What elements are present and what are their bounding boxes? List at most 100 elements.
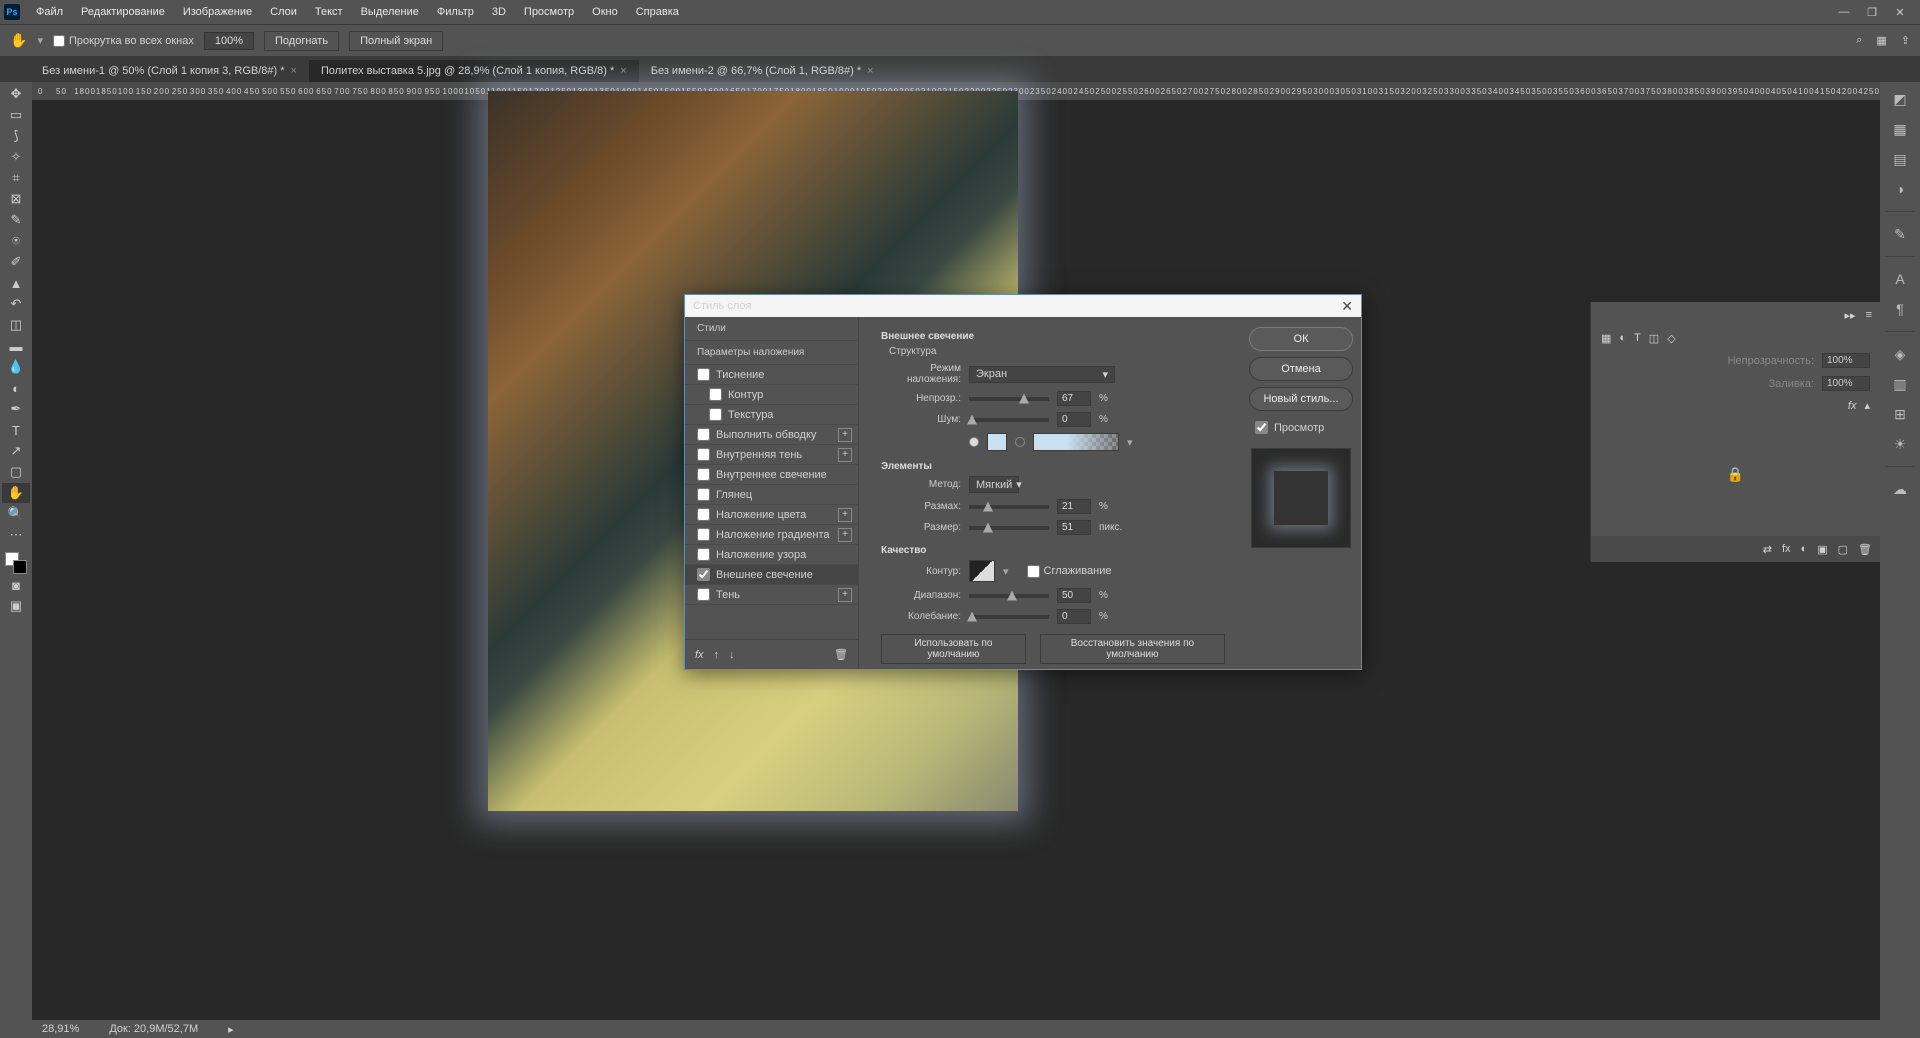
shape-tool-icon[interactable]: ▢: [2, 462, 30, 482]
close-icon[interactable]: ×: [867, 65, 873, 77]
status-zoom[interactable]: 28,91%: [42, 1023, 79, 1035]
blur-tool-icon[interactable]: 💧: [2, 357, 30, 377]
glow-color-swatch[interactable]: [987, 433, 1007, 451]
move-tool-icon[interactable]: ✥: [2, 84, 30, 104]
jitter-input[interactable]: 0: [1057, 609, 1091, 624]
noise-slider[interactable]: [969, 418, 1049, 422]
adjustments-panel-icon[interactable]: ◑: [1887, 178, 1913, 200]
color-swatch[interactable]: [5, 552, 27, 574]
move-down-icon[interactable]: ↓: [729, 649, 735, 661]
doc-tab-2[interactable]: Политех выставка 5.jpg @ 28,9% (Слой 1 к…: [309, 60, 639, 82]
screenmode-icon[interactable]: ▣: [2, 596, 30, 616]
move-up-icon[interactable]: ↑: [714, 649, 720, 661]
window-minimize-icon[interactable]: —: [1834, 6, 1854, 19]
ok-button[interactable]: ОК: [1249, 327, 1353, 351]
paths-panel-icon[interactable]: ⊞: [1887, 403, 1913, 425]
spread-input[interactable]: 21: [1057, 499, 1091, 514]
fit-button[interactable]: Подогнать: [264, 31, 339, 51]
contour-picker[interactable]: [969, 560, 995, 582]
brush-tool-icon[interactable]: ✐: [2, 252, 30, 272]
quickmask-icon[interactable]: ◙: [2, 575, 30, 595]
filter-layer-icon[interactable]: ◐: [1619, 332, 1626, 345]
eyedropper-tool-icon[interactable]: ✎: [2, 210, 30, 230]
delete-layer-icon[interactable]: 🗑: [1858, 543, 1872, 556]
layer-mask-icon[interactable]: ◐: [1801, 543, 1808, 555]
layer-style-icon[interactable]: fx: [1782, 543, 1791, 555]
delete-icon[interactable]: 🗑: [834, 648, 848, 661]
doc-tab-1[interactable]: Без имени-1 @ 50% (Слой 1 копия 3, RGB/8…: [30, 60, 309, 82]
eraser-tool-icon[interactable]: ◫: [2, 315, 30, 335]
dialog-titlebar[interactable]: Стиль слоя ✕: [685, 295, 1361, 317]
history-panel-icon[interactable]: ◩: [1887, 88, 1913, 110]
range-input[interactable]: 50: [1057, 588, 1091, 603]
spread-slider[interactable]: [969, 505, 1049, 509]
style-row-6[interactable]: Глянец: [685, 485, 858, 505]
method-select[interactable]: Мягкий▾: [969, 476, 1019, 493]
style-row-5[interactable]: Внутреннее свечение: [685, 465, 858, 485]
menu-image[interactable]: Изображение: [175, 3, 260, 21]
glow-gradient[interactable]: [1033, 433, 1119, 451]
window-restore-icon[interactable]: ❐: [1862, 6, 1882, 19]
style-row-7[interactable]: Наложение цвета+: [685, 505, 858, 525]
close-icon[interactable]: ×: [291, 65, 297, 77]
preview-checkbox[interactable]: Просмотр: [1249, 417, 1353, 438]
healing-tool-icon[interactable]: ⍟: [2, 231, 30, 251]
fx-badge[interactable]: fx: [1848, 400, 1857, 412]
doc-tab-3[interactable]: Без имени-2 @ 66,7% (Слой 1, RGB/8#) *×: [639, 60, 886, 82]
menu-select[interactable]: Выделение: [353, 3, 427, 21]
panel-collapse-icon[interactable]: ▸▸: [1845, 309, 1856, 322]
frame-tool-icon[interactable]: ⊠: [2, 189, 30, 209]
filter-layer-icon[interactable]: T: [1634, 332, 1641, 345]
menu-3d[interactable]: 3D: [484, 3, 514, 21]
close-icon[interactable]: ×: [620, 65, 626, 77]
gradient-tool-icon[interactable]: ▬: [2, 336, 30, 356]
opacity-slider[interactable]: [969, 397, 1049, 401]
scroll-all-windows-checkbox[interactable]: Прокрутка во всех окнах: [53, 35, 194, 47]
menu-file[interactable]: Файл: [28, 3, 71, 21]
blend-mode-select[interactable]: Экран▾: [969, 366, 1115, 383]
range-slider[interactable]: [969, 594, 1049, 598]
antialias-checkbox[interactable]: Сглаживание: [1027, 565, 1112, 578]
history-brush-tool-icon[interactable]: ↶: [2, 294, 30, 314]
use-default-button[interactable]: Использовать по умолчанию: [881, 634, 1026, 664]
link-layers-icon[interactable]: ⇄: [1763, 543, 1772, 556]
style-row-9[interactable]: Наложение узора: [685, 545, 858, 565]
magic-wand-tool-icon[interactable]: ✧: [2, 147, 30, 167]
menu-view[interactable]: Просмотр: [516, 3, 582, 21]
add-effect-icon[interactable]: +: [838, 508, 852, 522]
new-layer-icon[interactable]: ▢: [1838, 543, 1848, 556]
lasso-tool-icon[interactable]: ⟆: [2, 126, 30, 146]
noise-input[interactable]: 0: [1057, 412, 1091, 427]
filter-layer-icon[interactable]: ◇: [1667, 332, 1675, 345]
filter-layer-icon[interactable]: ▦: [1601, 332, 1611, 345]
dialog-close-icon[interactable]: ✕: [1341, 298, 1353, 315]
style-row-10[interactable]: Внешнее свечение: [685, 565, 858, 585]
marquee-tool-icon[interactable]: ▭: [2, 105, 30, 125]
styles-header[interactable]: Стили: [685, 317, 858, 340]
size-input[interactable]: 51: [1057, 520, 1091, 535]
reset-default-button[interactable]: Восстановить значения по умолчанию: [1040, 634, 1225, 664]
opacity-field[interactable]: 100%: [1822, 353, 1870, 368]
status-expand-icon[interactable]: ▸: [228, 1023, 234, 1036]
zoom-level-field[interactable]: 100%: [204, 32, 254, 50]
zoom-tool-icon[interactable]: 🔍: [2, 504, 30, 524]
search-icon[interactable]: ⌕: [1856, 34, 1862, 47]
color-radio[interactable]: [969, 437, 979, 447]
menu-filter[interactable]: Фильтр: [429, 3, 482, 21]
add-effect-icon[interactable]: +: [838, 528, 852, 542]
style-row-1[interactable]: Контур: [685, 385, 858, 405]
pen-tool-icon[interactable]: ✒: [2, 399, 30, 419]
style-row-2[interactable]: Текстура: [685, 405, 858, 425]
properties-panel-icon[interactable]: ☀: [1887, 433, 1913, 455]
add-effect-icon[interactable]: +: [838, 448, 852, 462]
hand-tool-icon[interactable]: ✋: [2, 483, 30, 503]
edit-toolbar-icon[interactable]: ⋯: [2, 525, 30, 545]
blending-options[interactable]: Параметры наложения: [685, 340, 858, 365]
hand-tool-icon[interactable]: ✋: [10, 32, 27, 49]
opacity-input[interactable]: 67: [1057, 391, 1091, 406]
paragraph-panel-icon[interactable]: ¶: [1887, 298, 1913, 320]
fullscreen-button[interactable]: Полный экран: [349, 31, 443, 51]
filter-layer-icon[interactable]: ◫: [1649, 332, 1659, 345]
layers-panel-icon[interactable]: ◈: [1887, 343, 1913, 365]
type-tool-icon[interactable]: T: [2, 420, 30, 440]
